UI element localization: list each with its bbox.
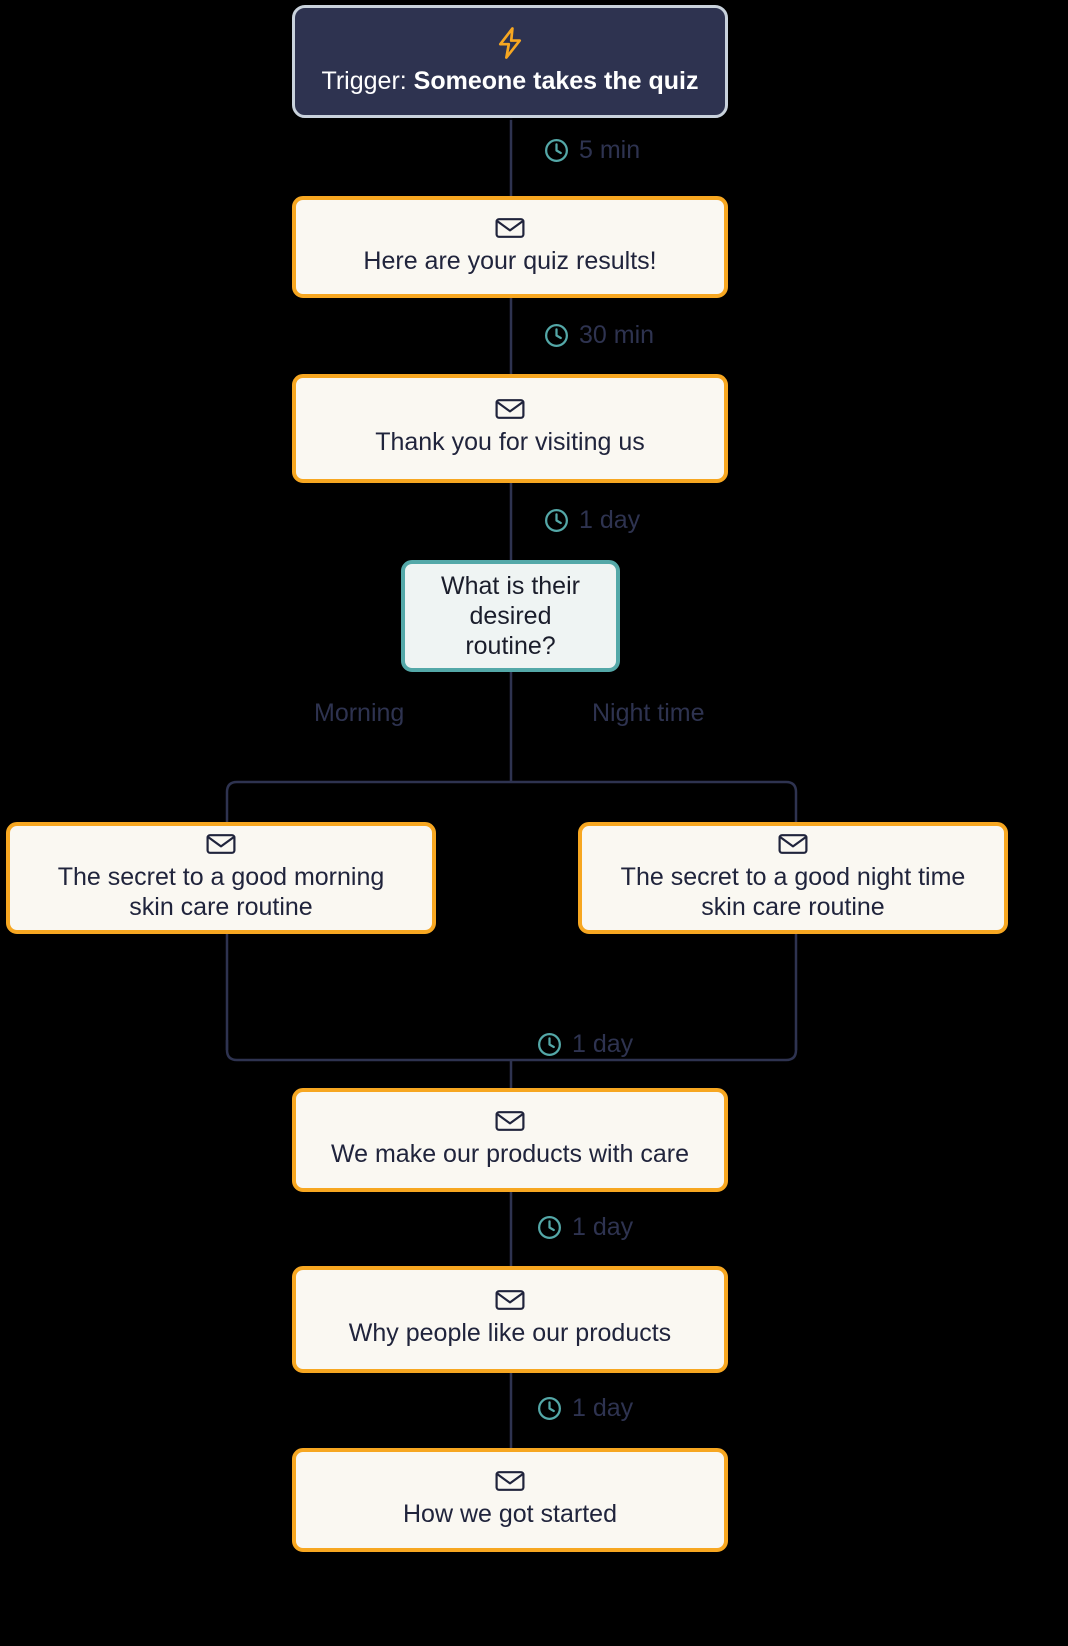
email-node-quiz-results[interactable]: Here are your quiz results! [292, 196, 728, 298]
delay-label: 30 min [579, 321, 655, 349]
branch-label-morning: Morning [314, 699, 405, 727]
delay-label: 1 day [572, 1394, 634, 1422]
delay-chip-5[interactable]: 1 day [536, 1214, 633, 1241]
envelope-icon [778, 832, 808, 856]
email-subject: We make our products with care [330, 1139, 690, 1168]
email-node-thank-you[interactable]: Thank you for visiting us [292, 374, 728, 483]
envelope-icon [206, 832, 236, 856]
envelope-icon [495, 1109, 525, 1133]
clock-icon [536, 1395, 563, 1422]
wire-merge-bar [225, 1040, 798, 1062]
email-subject: Here are your quiz results! [363, 246, 657, 275]
email-subject: Thank you for visiting us [375, 428, 645, 457]
email-subject: How we got started [403, 1499, 617, 1528]
delay-label: 1 day [572, 1213, 634, 1241]
envelope-icon [495, 397, 525, 421]
clock-icon [543, 322, 570, 349]
decision-node-desired-routine[interactable]: What is their desired routine? [401, 560, 620, 672]
email-subject: The secret to a good night time skin car… [620, 863, 966, 921]
delay-label: 1 day [572, 1030, 634, 1058]
email-node-how-we-started[interactable]: How we got started [292, 1448, 728, 1552]
delay-label: 5 min [579, 136, 641, 164]
branch-label-night-time: Night time [592, 699, 705, 727]
clock-icon [543, 507, 570, 534]
email-node-night-routine[interactable]: The secret to a good night time skin car… [578, 822, 1008, 934]
decision-question: What is their desired routine? [441, 572, 580, 660]
trigger-node[interactable]: Trigger: Someone takes the quiz [292, 5, 728, 118]
envelope-icon [495, 1288, 525, 1312]
delay-chip-2[interactable]: 30 min [543, 322, 654, 349]
envelope-icon [495, 216, 525, 240]
delay-label: 1 day [579, 506, 641, 534]
trigger-label: Trigger: Someone takes the quiz [322, 67, 699, 96]
clock-icon [543, 137, 570, 164]
email-node-products-care[interactable]: We make our products with care [292, 1088, 728, 1192]
delay-chip-1[interactable]: 5 min [543, 137, 640, 164]
trigger-title: Someone takes the quiz [413, 66, 699, 95]
delay-chip-3[interactable]: 1 day [543, 507, 640, 534]
email-subject: Why people like our products [348, 1319, 672, 1348]
lightning-bolt-icon [495, 26, 525, 60]
delay-chip-4[interactable]: 1 day [536, 1031, 633, 1058]
email-subject: The secret to a good morning skin care r… [57, 863, 385, 921]
trigger-prefix: Trigger: [321, 66, 414, 95]
email-node-why-people-like[interactable]: Why people like our products [292, 1266, 728, 1373]
clock-icon [536, 1031, 563, 1058]
workflow-canvas: Trigger: Someone takes the quiz 5 min He… [0, 0, 1068, 1646]
envelope-icon [495, 1469, 525, 1493]
delay-chip-6[interactable]: 1 day [536, 1395, 633, 1422]
clock-icon [536, 1214, 563, 1241]
email-node-morning-routine[interactable]: The secret to a good morning skin care r… [6, 822, 436, 934]
